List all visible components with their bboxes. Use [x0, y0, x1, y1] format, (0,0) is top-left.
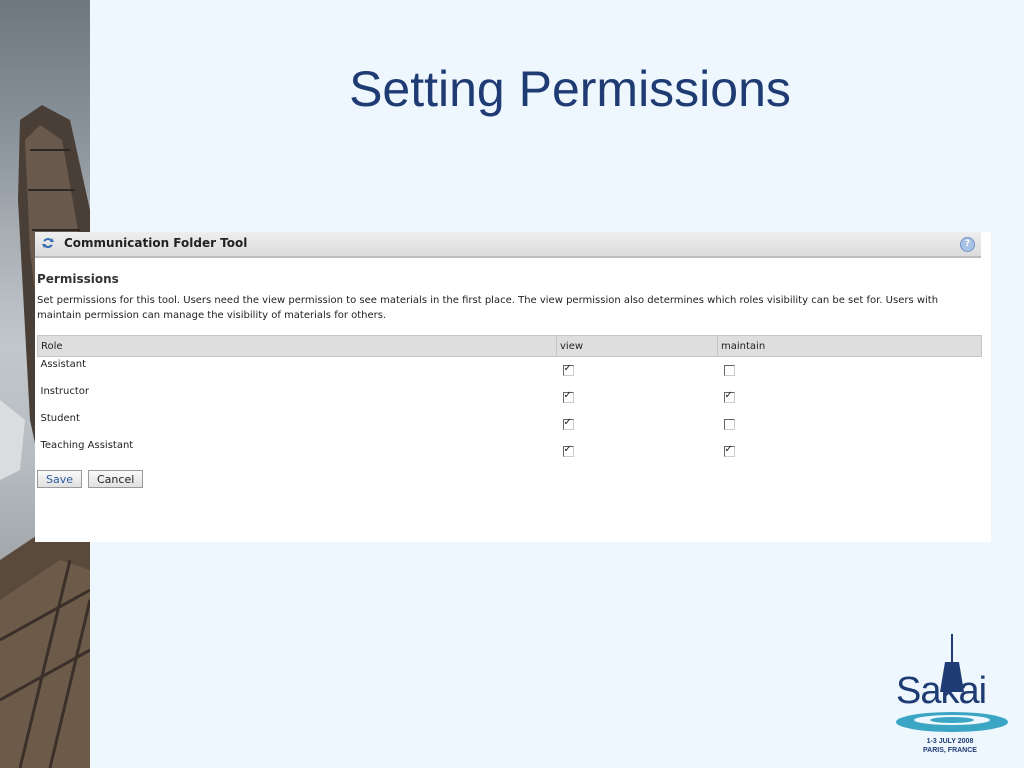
tool-title: Communication Folder Tool [64, 236, 248, 250]
role-name: Teaching Assistant [40, 440, 134, 451]
view-checkbox[interactable]: ✓ [562, 418, 574, 430]
maintain-checkbox[interactable]: ✓ [723, 445, 735, 457]
sakai-logo-word: Sakai [896, 670, 987, 712]
maintain-checkbox[interactable]: ✓ [723, 391, 735, 403]
sakai-logo: Sakai 1-3 JULY 2008 PARIS, FRANCE [890, 632, 1020, 762]
permissions-table: Role view maintain Assistant ✓ Instructo… [37, 335, 982, 465]
save-button[interactable]: Save [37, 470, 83, 488]
role-name: Instructor [40, 386, 90, 397]
column-header-role: Role [37, 335, 557, 357]
table-row: Assistant ✓ [38, 357, 982, 385]
role-name: Student [40, 413, 80, 424]
permissions-heading: Permissions [37, 272, 119, 286]
table-row: Teaching Assistant ✓ ✓ [38, 438, 982, 465]
maintain-checkbox[interactable] [723, 419, 735, 430]
help-icon[interactable]: ? [960, 237, 975, 252]
maintain-checkbox[interactable] [723, 365, 735, 376]
column-header-maintain: maintain [717, 335, 982, 357]
table-row: Student ✓ [38, 411, 982, 438]
tool-header: Communication Folder Tool ? [35, 232, 981, 258]
cancel-button[interactable]: Cancel [88, 470, 144, 488]
permissions-instructions: Set permissions for this tool. Users nee… [37, 295, 939, 321]
view-checkbox[interactable]: ✓ [562, 364, 574, 376]
slide-title: Setting Permissions [349, 61, 791, 117]
logo-location: PARIS, FRANCE [923, 747, 977, 754]
view-checkbox[interactable]: ✓ [562, 445, 574, 457]
logo-date: 1-3 JULY 2008 [926, 738, 974, 745]
table-row: Instructor ✓ ✓ [38, 384, 982, 411]
column-header-view: view [556, 335, 718, 357]
reset-tool-icon[interactable] [41, 236, 55, 250]
communication-folder-tool-panel: Communication Folder Tool ? Permissions … [35, 232, 991, 542]
table-header-row: Role view maintain [37, 335, 982, 357]
role-name: Assistant [40, 359, 87, 370]
view-checkbox[interactable]: ✓ [562, 391, 574, 403]
